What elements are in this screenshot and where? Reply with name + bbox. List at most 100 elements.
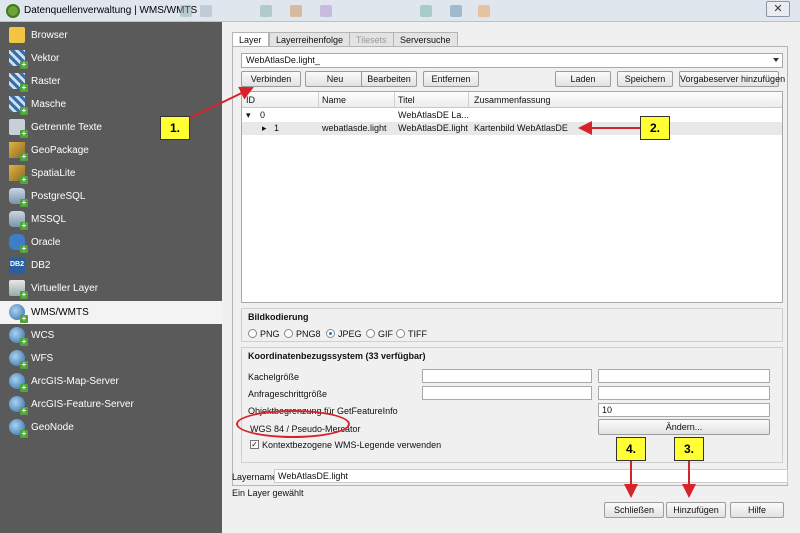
plus-icon: + — [20, 83, 28, 92]
chevron-down-icon — [773, 58, 779, 62]
radio-gif[interactable] — [366, 329, 375, 338]
expand-arrow-icon[interactable]: ▸ — [262, 123, 267, 134]
tab-layer[interactable]: Layer — [232, 32, 269, 47]
sidebar-item-mssql[interactable]: + MSSQL — [0, 208, 222, 231]
tab-server-search[interactable]: Serversuche — [393, 32, 458, 46]
plus-icon: + — [20, 360, 28, 369]
add-button[interactable]: Hinzufügen — [666, 502, 726, 518]
expand-arrow-icon[interactable]: ▾ — [246, 110, 251, 121]
plus-icon: + — [20, 129, 28, 138]
contextual-legend-label: Kontextbezogene WMS-Legende verwenden — [262, 440, 442, 450]
request-step-label: Anfrageschrittgröße — [248, 389, 328, 399]
tab-tilesets: Tilesets — [349, 32, 394, 46]
radio-label-png8: PNG8 — [296, 329, 321, 339]
sidebar-item-raster[interactable]: + Raster — [0, 70, 222, 93]
row-summary: Kartenbild WebAtlasDE — [474, 123, 568, 133]
sidebar-item-label: Vektor — [31, 53, 60, 64]
toolbar-ghost-icon — [180, 5, 192, 17]
radio-tiff[interactable] — [396, 329, 405, 338]
column-header-title[interactable]: Titel — [398, 95, 415, 105]
wms-globe-icon: + — [9, 304, 28, 323]
sidebar-item-arcgis-feature-server[interactable]: + ArcGIS-Feature-Server — [0, 393, 222, 416]
close-button[interactable]: Schließen — [604, 502, 664, 518]
column-header-summary[interactable]: Zusammenfassung — [474, 95, 551, 105]
connect-button[interactable]: Verbinden — [241, 71, 301, 87]
sidebar-item-label: GeoNode — [31, 422, 74, 433]
qgis-logo-icon — [6, 4, 20, 18]
sidebar-item-label: GeoPackage — [31, 145, 89, 156]
sidebar-item-label: SpatiaLite — [31, 168, 76, 179]
mssql-icon: + — [9, 211, 28, 230]
toolbar-ghost-icon — [260, 5, 272, 17]
sidebar-item-mesh[interactable]: + Masche — [0, 93, 222, 116]
sidebar-item-geonode[interactable]: + GeoNode — [0, 416, 222, 439]
plus-icon: + — [20, 244, 28, 253]
new-button[interactable]: Neu — [305, 71, 365, 87]
encoding-title: Bildkodierung — [248, 312, 309, 322]
arcgis-map-icon: + — [9, 373, 28, 392]
sidebar-item-wcs[interactable]: + WCS — [0, 324, 222, 347]
sidebar-item-wfs[interactable]: + WFS — [0, 347, 222, 370]
oracle-icon: + — [9, 234, 28, 253]
radio-jpeg[interactable] — [326, 329, 335, 338]
change-crs-button[interactable]: Ändern... — [598, 419, 770, 435]
layer-tree[interactable]: ID Name Titel Zusammenfassung ▾ 0 WebAtl… — [241, 91, 783, 303]
mesh-layer-icon: + — [9, 96, 28, 115]
status-text: Ein Layer gewählt — [232, 488, 304, 498]
tile-size-field-1[interactable] — [422, 369, 592, 383]
connection-select[interactable]: WebAtlasDe.light_ — [241, 53, 783, 68]
window-title: Datenquellenverwaltung | WMS/WMTS — [24, 5, 198, 16]
table-row[interactable]: ▾ 0 WebAtlasDE La... — [242, 109, 782, 122]
add-default-servers-button[interactable]: Vorgabeserver hinzufügen — [679, 71, 785, 87]
request-step-field-1[interactable] — [422, 386, 592, 400]
layername-field[interactable]: WebAtlasDE.light — [274, 469, 788, 483]
contextual-legend-checkbox[interactable]: ✓ — [250, 440, 259, 449]
help-button[interactable]: Hilfe — [730, 502, 784, 518]
column-header-id[interactable]: ID — [246, 95, 255, 105]
sidebar-item-geopackage[interactable]: + GeoPackage — [0, 139, 222, 162]
row-name: webatlasde.light — [322, 123, 387, 133]
sidebar-item-arcgis-map-server[interactable]: + ArcGIS-Map-Server — [0, 370, 222, 393]
sidebar-item-postgresql[interactable]: + PostgreSQL — [0, 185, 222, 208]
layer-tree-header: ID Name Titel Zusammenfassung — [242, 92, 782, 108]
delimited-text-icon: + — [9, 119, 28, 138]
window-close-button[interactable]: ✕ — [766, 1, 790, 17]
sidebar-item-label: Masche — [31, 99, 67, 110]
sidebar-item-spatialite[interactable]: + SpatiaLite — [0, 162, 222, 185]
plus-icon: + — [20, 337, 28, 346]
load-button[interactable]: Laden — [555, 71, 611, 87]
request-step-field-2[interactable] — [598, 386, 770, 400]
vector-layer-icon: + — [9, 50, 28, 69]
save-button[interactable]: Speichern — [617, 71, 673, 87]
sidebar-item-wms-wmts[interactable]: + WMS/WMTS — [0, 301, 222, 324]
sidebar-item-browser[interactable]: Browser — [0, 24, 222, 47]
wfs-globe-icon: + — [9, 350, 28, 369]
radio-png[interactable] — [248, 329, 257, 338]
sidebar-item-db2[interactable]: DB2 DB2 — [0, 254, 222, 277]
callout-4: 4. — [616, 437, 646, 461]
remove-button[interactable]: Entfernen — [423, 71, 479, 87]
radio-png8[interactable] — [284, 329, 293, 338]
column-divider — [468, 92, 469, 108]
virtual-layer-icon: + — [9, 280, 28, 299]
sidebar-item-label: WFS — [31, 353, 54, 364]
tile-size-field-2[interactable] — [598, 369, 770, 383]
plus-icon: + — [20, 406, 28, 415]
row-id: 1 — [274, 123, 280, 133]
sidebar-item-oracle[interactable]: + Oracle — [0, 231, 222, 254]
sidebar-item-label: Oracle — [31, 237, 61, 248]
toolbar-ghost-icon — [290, 5, 302, 17]
feature-limit-field[interactable]: 10 — [598, 403, 770, 417]
highlight-ellipse — [236, 410, 350, 438]
row-title: WebAtlasDE La... — [398, 110, 469, 120]
tab-layer-order[interactable]: Layerreihenfolge — [269, 32, 351, 46]
sidebar-item-virtual-layer[interactable]: + Virtueller Layer — [0, 277, 222, 300]
plus-icon: + — [20, 175, 28, 184]
sidebar-item-vector[interactable]: + Vektor — [0, 47, 222, 70]
column-header-name[interactable]: Name — [322, 95, 346, 105]
sidebar-item-label: WMS/WMTS — [31, 307, 89, 318]
toolbar-ghost-icon — [200, 5, 212, 17]
table-row[interactable]: ▸ 1 webatlasde.light WebAtlasDE.light Ka… — [242, 122, 782, 135]
edit-button[interactable]: Bearbeiten — [361, 71, 417, 87]
sidebar-item-label: Browser — [31, 30, 68, 41]
